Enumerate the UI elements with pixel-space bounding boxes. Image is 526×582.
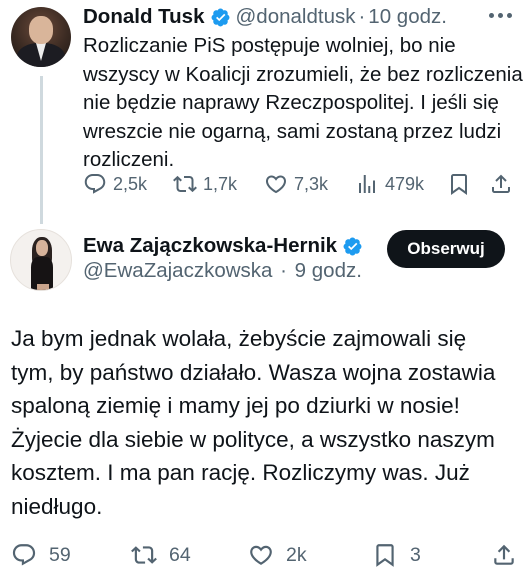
tweet-header: Ewa Zajączkowska-Hernik <box>83 234 368 258</box>
tweet-header: Donald Tusk @donaldtusk · 10 godz. <box>83 5 447 29</box>
views-chart-icon <box>359 175 375 193</box>
reply-icon <box>12 544 36 566</box>
share-icon <box>492 174 510 193</box>
author-handle-line: @EwaZajaczkowska · 9 godz. <box>83 259 362 283</box>
original-tweet[interactable]: Donald Tusk @donaldtusk · 10 godz. Rozli… <box>0 0 526 224</box>
share-button[interactable] <box>491 542 517 568</box>
reply-tweet[interactable]: Ewa Zajączkowska-Hernik @EwaZajaczkowska… <box>0 226 526 582</box>
like-button[interactable]: 2k <box>248 542 307 568</box>
bookmark-icon <box>451 174 467 195</box>
timestamp[interactable]: 10 godz. <box>368 5 447 29</box>
bookmark-icon <box>376 544 394 567</box>
share-button[interactable] <box>489 172 513 196</box>
action-bar: 2,5k 1,7k 7,3k 479k <box>83 170 518 198</box>
repost-button[interactable]: 64 <box>131 542 191 568</box>
reply-button[interactable]: 59 <box>11 542 71 568</box>
bookmark-count: 3 <box>410 543 421 566</box>
author-name[interactable]: Donald Tusk <box>83 5 205 29</box>
avatar-face <box>36 240 48 256</box>
repost-button[interactable]: 1,7k <box>173 172 237 196</box>
follow-button[interactable]: Obserwuj <box>387 230 505 268</box>
reply-count: 59 <box>49 543 71 566</box>
reply-button[interactable]: 2,5k <box>83 172 147 196</box>
author-handle[interactable]: @donaldtusk <box>236 5 356 29</box>
separator: · <box>280 259 287 282</box>
verified-badge-icon <box>211 8 229 26</box>
author-name[interactable]: Ewa Zajączkowska-Hernik <box>83 234 337 258</box>
repost-icon <box>131 546 157 564</box>
heart-icon <box>265 175 287 194</box>
reply-count: 2,5k <box>113 173 148 194</box>
separator: · <box>358 5 366 28</box>
share-icon <box>494 544 514 565</box>
verified-badge-icon <box>343 237 362 255</box>
heart-icon <box>250 545 272 565</box>
repost-count: 64 <box>169 543 191 566</box>
more-options-icon[interactable] <box>489 7 515 23</box>
reply-icon <box>84 174 106 194</box>
like-count: 7,3k <box>294 173 329 194</box>
author-handle[interactable]: @EwaZajaczkowska <box>83 259 272 282</box>
action-bar: 59 64 2k 3 <box>11 540 521 570</box>
avatar-legs <box>37 284 49 290</box>
avatar[interactable] <box>11 7 71 67</box>
tweet-text: Ja bym jednak wolała, żebyście zajmowali… <box>11 326 496 519</box>
views-count: 479k <box>385 173 425 194</box>
like-button[interactable]: 7,3k <box>264 172 328 196</box>
bookmark-button[interactable] <box>447 172 471 196</box>
like-count: 2k <box>286 543 307 566</box>
avatar-face <box>29 16 53 44</box>
views-button[interactable]: 479k <box>355 172 424 196</box>
repost-count: 1,7k <box>203 173 238 194</box>
thread-line <box>40 76 43 224</box>
tweet-text: Rozliczanie PiS postępuje wolniej, bo ni… <box>83 34 523 171</box>
timestamp[interactable]: 9 godz. <box>295 259 362 282</box>
repost-icon <box>173 175 197 193</box>
avatar[interactable] <box>10 229 72 291</box>
bookmark-button[interactable]: 3 <box>372 542 421 568</box>
